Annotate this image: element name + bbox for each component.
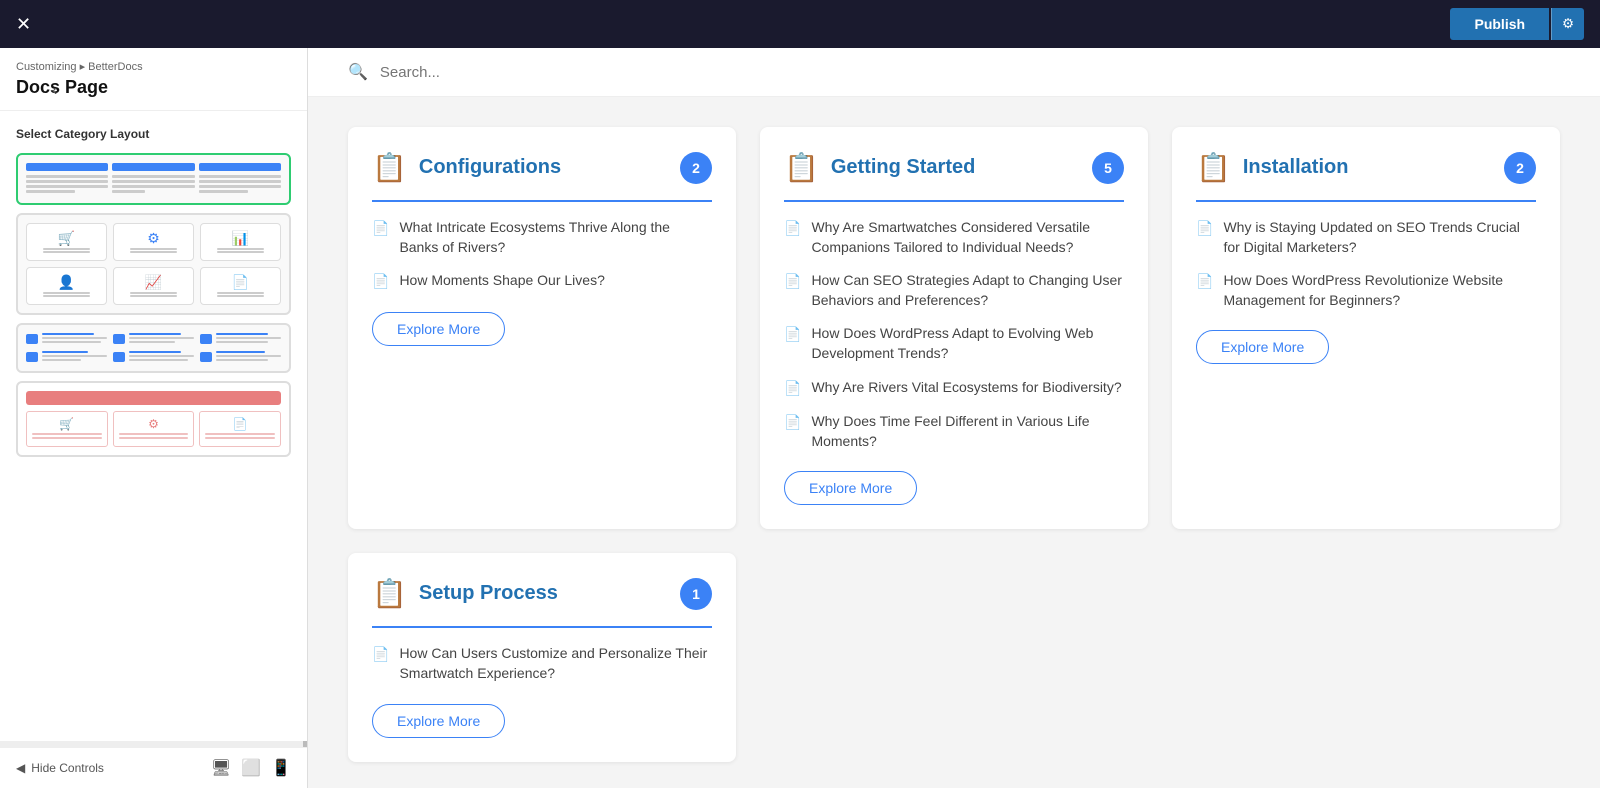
- cat-header: 📋 Getting Started 5: [784, 151, 1124, 184]
- cat-icon: 📋: [372, 151, 407, 184]
- search-input[interactable]: [380, 64, 1560, 81]
- cat-count: 2: [680, 152, 712, 184]
- explore-more-button[interactable]: Explore More: [372, 704, 505, 738]
- doc-icon: 📄: [372, 645, 389, 665]
- cat-items: 📄 Why is Staying Updated on SEO Trends C…: [1196, 218, 1536, 310]
- cat-item-text: Why Are Smartwatches Considered Versatil…: [811, 218, 1124, 257]
- explore-more-button[interactable]: Explore More: [784, 471, 917, 505]
- cat-item: 📄 Why Are Smartwatches Considered Versat…: [784, 218, 1124, 257]
- sidebar-footer: ◀ Hide Controls 🖥 ⬜ 📱: [0, 747, 307, 788]
- cat-divider: [372, 200, 712, 202]
- cat-item: 📄 How Moments Shape Our Lives?: [372, 271, 712, 292]
- hide-controls-icon: ◀: [16, 761, 25, 775]
- main-layout: ‹ Customizing ▸ BetterDocs Docs Page Sel…: [0, 48, 1600, 788]
- cat-item: 📄 Why Does Time Feel Different in Variou…: [784, 412, 1124, 451]
- layout-section-label: Select Category Layout: [16, 127, 291, 141]
- tablet-icon[interactable]: ⬜: [241, 758, 261, 778]
- mobile-icon[interactable]: 📱: [271, 758, 291, 778]
- doc-icon: 📄: [372, 219, 389, 239]
- cat-item-text: How Can Users Customize and Personalize …: [399, 644, 712, 683]
- doc-icon: 📄: [1196, 272, 1213, 292]
- publish-settings-button[interactable]: ⚙: [1551, 8, 1584, 40]
- cat-item: 📄 How Can SEO Strategies Adapt to Changi…: [784, 271, 1124, 310]
- desktop-icon[interactable]: 🖥: [211, 758, 231, 778]
- top-bar: ✕ Publish ⚙: [0, 0, 1600, 48]
- breadcrumb: Customizing ▸ BetterDocs: [16, 60, 291, 73]
- cat-title: Configurations: [419, 156, 668, 179]
- cat-icon: 📋: [784, 151, 819, 184]
- cat-count: 1: [680, 578, 712, 610]
- sidebar: ‹ Customizing ▸ BetterDocs Docs Page Sel…: [0, 48, 308, 788]
- sidebar-header: ‹ Customizing ▸ BetterDocs Docs Page: [0, 48, 307, 111]
- cat-item-text: What Intricate Ecosystems Thrive Along t…: [399, 218, 712, 257]
- layout-card-3[interactable]: [16, 323, 291, 373]
- cat-header: 📋 Setup Process 1: [372, 577, 712, 610]
- cat-item-text: Why is Staying Updated on SEO Trends Cru…: [1223, 218, 1536, 257]
- cat-header: 📋 Installation 2: [1196, 151, 1536, 184]
- cat-count: 2: [1504, 152, 1536, 184]
- cat-divider: [372, 626, 712, 628]
- cat-items: 📄 Why Are Smartwatches Considered Versat…: [784, 218, 1124, 451]
- sidebar-content: Select Category Layout: [0, 111, 307, 741]
- explore-more-button[interactable]: Explore More: [1196, 330, 1329, 364]
- layout-card-4[interactable]: 🛒 ⚙ 📄: [16, 381, 291, 457]
- cat-icon: 📋: [1196, 151, 1231, 184]
- close-button[interactable]: ✕: [16, 14, 31, 35]
- cat-divider: [1196, 200, 1536, 202]
- cat-item: 📄 How Can Users Customize and Personaliz…: [372, 644, 712, 683]
- cat-item: 📄 Why is Staying Updated on SEO Trends C…: [1196, 218, 1536, 257]
- cat-item: 📄 Why Are Rivers Vital Ecosystems for Bi…: [784, 378, 1124, 399]
- cat-divider: [784, 200, 1124, 202]
- cat-items: 📄 What Intricate Ecosystems Thrive Along…: [372, 218, 712, 292]
- cat-item-text: How Can SEO Strategies Adapt to Changing…: [811, 271, 1124, 310]
- cat-icon: 📋: [372, 577, 407, 610]
- cat-items: 📄 How Can Users Customize and Personaliz…: [372, 644, 712, 683]
- search-icon: 🔍: [348, 62, 368, 82]
- cat-item-text: How Moments Shape Our Lives?: [399, 271, 604, 291]
- cat-item: 📄 How Does WordPress Revolutionize Websi…: [1196, 271, 1536, 310]
- publish-button[interactable]: Publish: [1450, 8, 1549, 40]
- layout-options: 🛒 ⚙ 📊: [16, 153, 291, 457]
- cat-item-text: How Does WordPress Adapt to Evolving Web…: [811, 324, 1124, 363]
- doc-icon: 📄: [784, 325, 801, 345]
- categories-grid: 📋 Configurations 2 📄 What Intricate Ecos…: [308, 97, 1600, 788]
- cat-count: 5: [1092, 152, 1124, 184]
- layout-card-1[interactable]: [16, 153, 291, 205]
- doc-icon: 📄: [784, 219, 801, 239]
- layout-preview-1: [26, 163, 281, 195]
- doc-icon: 📄: [784, 413, 801, 433]
- doc-icon: 📄: [784, 272, 801, 292]
- cat-header: 📋 Configurations 2: [372, 151, 712, 184]
- cat-item: 📄 What Intricate Ecosystems Thrive Along…: [372, 218, 712, 257]
- cat-title: Setup Process: [419, 582, 668, 605]
- cat-item-text: How Does WordPress Revolutionize Website…: [1223, 271, 1536, 310]
- cat-item-text: Why Are Rivers Vital Ecosystems for Biod…: [811, 378, 1121, 398]
- category-card-configurations: 📋 Configurations 2 📄 What Intricate Ecos…: [348, 127, 736, 529]
- doc-icon: 📄: [784, 379, 801, 399]
- device-icons: 🖥 ⬜ 📱: [211, 758, 291, 778]
- category-card-installation: 📋 Installation 2 📄 Why is Staying Update…: [1172, 127, 1560, 529]
- explore-more-button[interactable]: Explore More: [372, 312, 505, 346]
- cat-item-text: Why Does Time Feel Different in Various …: [811, 412, 1124, 451]
- doc-icon: 📄: [1196, 219, 1213, 239]
- hide-controls-label: Hide Controls: [31, 761, 104, 775]
- cat-title: Getting Started: [831, 156, 1080, 179]
- content-area: 🔍 📋 Configurations 2 📄 What Intricate Ec…: [308, 48, 1600, 788]
- layout-preview-2: 🛒 ⚙ 📊: [26, 223, 281, 305]
- layout-card-2[interactable]: 🛒 ⚙ 📊: [16, 213, 291, 315]
- layout-preview-3: [26, 333, 281, 363]
- hide-controls-button[interactable]: ◀ Hide Controls: [16, 761, 104, 775]
- search-bar: 🔍: [308, 48, 1600, 97]
- category-card-setup-process: 📋 Setup Process 1 📄 How Can Users Custom…: [348, 553, 736, 761]
- publish-group: Publish ⚙: [1450, 8, 1584, 40]
- sidebar-back-button[interactable]: ‹: [52, 82, 57, 100]
- cat-title: Installation: [1243, 156, 1492, 179]
- cat-item: 📄 How Does WordPress Adapt to Evolving W…: [784, 324, 1124, 363]
- category-card-getting-started: 📋 Getting Started 5 📄 Why Are Smartwatch…: [760, 127, 1148, 529]
- doc-icon: 📄: [372, 272, 389, 292]
